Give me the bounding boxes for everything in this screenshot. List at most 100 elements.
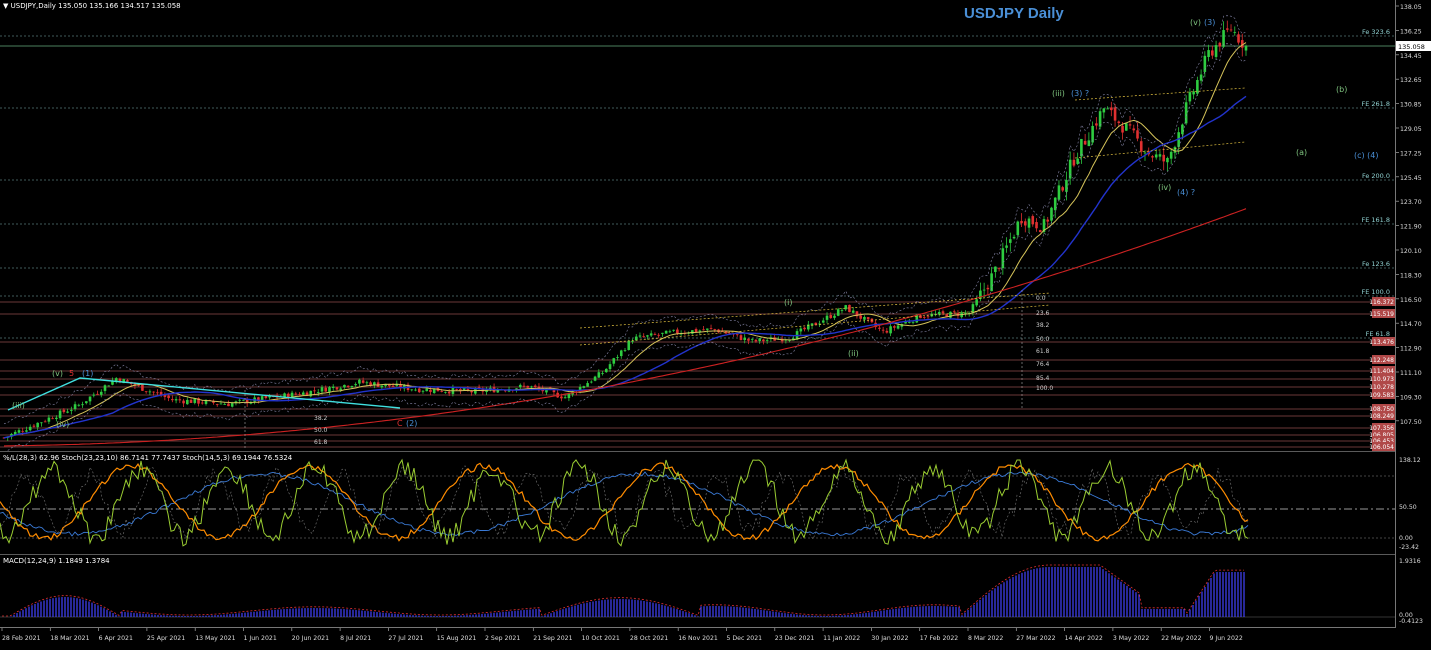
- wave-label: (v): [1190, 18, 1201, 27]
- candle-body: [1132, 128, 1136, 131]
- candle-body: [440, 391, 443, 392]
- candle-body: [941, 311, 945, 314]
- time-tick-label: 13 May 2021: [195, 635, 235, 642]
- candle-body: [885, 330, 889, 333]
- price-tag-label: 110.973: [1369, 376, 1394, 383]
- candle-body: [200, 402, 204, 404]
- candle-body: [619, 350, 623, 357]
- candle-body: [1038, 230, 1042, 233]
- price-chart-panel[interactable]: ▼ USDJPY,Daily 135.050 135.166 134.517 1…: [0, 0, 1396, 453]
- fib-retracement-label: 100.0: [1036, 385, 1053, 392]
- time-tick-label: 28 Feb 2021: [2, 635, 41, 642]
- macd-panel[interactable]: MACD(12,24,9) 1.1849 1.3784: [0, 555, 1396, 628]
- candle-body: [81, 404, 84, 406]
- wave-label: (a): [1296, 148, 1307, 157]
- candle-body: [294, 393, 298, 395]
- wave-label: (3) ?: [1071, 89, 1089, 98]
- time-tick-label: 22 May 2022: [1161, 635, 1201, 642]
- candle-body: [178, 399, 182, 401]
- candle-body: [657, 334, 660, 336]
- candle-body: [1158, 154, 1162, 157]
- price-tick-label: 116.50: [1400, 297, 1422, 304]
- fib-retracement-label: 38.2: [1036, 322, 1050, 329]
- price-tick-label: 132.65: [1400, 77, 1422, 84]
- time-tick-label: 5 Dec 2021: [727, 635, 763, 642]
- candle-body: [219, 403, 223, 405]
- candle-body: [623, 350, 627, 351]
- candle-body: [1207, 50, 1210, 58]
- wave-label: (ii): [848, 349, 859, 358]
- candle-body: [1113, 107, 1117, 121]
- candle-body: [331, 386, 335, 389]
- candle-body: [447, 391, 451, 394]
- time-tick-label: 25 Apr 2021: [147, 635, 185, 642]
- price-axis[interactable]: 138.05 136.25 134.45 132.65 130.85 129.05 127.…: [1395, 0, 1431, 627]
- candle-body: [608, 364, 612, 370]
- price-chart-svg[interactable]: Fe 323.6 FE 261.8 Fe 200.0 FE 161.8 Fe 123.6…: [0, 0, 1396, 453]
- time-tick-label: 30 Jan 2022: [871, 635, 908, 642]
- candle-body: [343, 384, 346, 388]
- time-tick-label: 23 Dec 2021: [775, 635, 815, 642]
- time-tick-label: 10 Oct 2021: [582, 635, 620, 642]
- candle-body: [552, 390, 556, 393]
- candle-body: [1128, 124, 1132, 126]
- price-tick-label: 114.70: [1400, 321, 1422, 328]
- candle-body: [354, 384, 357, 386]
- candle-body: [840, 310, 844, 311]
- candle-body: [141, 384, 144, 391]
- candle-body: [1154, 154, 1158, 158]
- stochastic-panel[interactable]: %/L(28,3) 62.96 Stoch(23,23,10) 86.7141 …: [0, 452, 1396, 555]
- candle-body: [242, 399, 245, 401]
- candle-body: [1076, 158, 1079, 164]
- candle-body: [1012, 236, 1016, 239]
- candle-body: [58, 410, 62, 419]
- candle-body: [1061, 187, 1064, 191]
- candle-body: [739, 335, 743, 341]
- candle-body: [1065, 180, 1068, 192]
- candle-body: [85, 401, 88, 404]
- time-tick-label: 2 Sep 2021: [485, 635, 520, 642]
- candle-body: [92, 394, 96, 396]
- fib-extension-label: FE 261.8: [1361, 100, 1390, 108]
- candle-body: [391, 385, 395, 387]
- fib-retracement-label: 50.0: [1036, 336, 1050, 343]
- candle-body: [601, 373, 604, 374]
- candle-body: [1087, 140, 1091, 147]
- candle-body: [881, 329, 885, 331]
- candle-body: [994, 266, 997, 272]
- candle-body: [1166, 158, 1169, 163]
- candle-body: [526, 385, 530, 388]
- candle-body: [462, 388, 466, 391]
- time-axis-svg: 28 Feb 2021 18 Mar 2021 6 Apr 2021 25 Apr 2…: [1, 628, 1243, 642]
- candle-body: [32, 425, 36, 427]
- candle-body: [365, 382, 369, 384]
- candle-body: [1199, 74, 1203, 81]
- candle-body: [96, 393, 99, 395]
- candle-body: [99, 391, 103, 395]
- price-tick-label: 134.45: [1400, 53, 1422, 60]
- candle-body: [964, 312, 967, 314]
- fib-retracement-label: 38.2: [314, 415, 328, 422]
- dropdown-triangle-icon[interactable]: ▼: [3, 2, 8, 10]
- candle-body: [346, 385, 350, 387]
- candle-body: [522, 385, 526, 387]
- candle-body: [148, 391, 152, 393]
- candle-body: [432, 388, 436, 394]
- candle-body: [982, 289, 986, 291]
- candle-body: [649, 333, 653, 336]
- candle-body: [833, 315, 836, 318]
- macd-axis-label: -0.4123: [1399, 618, 1423, 625]
- wave-label: (c) (4): [1354, 151, 1379, 160]
- candle-body: [1046, 219, 1050, 222]
- candle-body: [1151, 156, 1154, 158]
- candle-body: [762, 339, 765, 342]
- candle-body: [638, 335, 642, 337]
- chart-title: USDJPY Daily: [964, 5, 1064, 22]
- candle-body: [530, 386, 533, 388]
- time-axis[interactable]: 28 Feb 2021 18 Mar 2021 6 Apr 2021 25 Apr 2…: [0, 627, 1396, 646]
- stochastic-svg[interactable]: [0, 452, 1396, 554]
- candle-body: [706, 328, 709, 330]
- macd-svg[interactable]: [0, 555, 1396, 627]
- candle-body: [167, 395, 170, 399]
- candle-body: [1139, 141, 1143, 152]
